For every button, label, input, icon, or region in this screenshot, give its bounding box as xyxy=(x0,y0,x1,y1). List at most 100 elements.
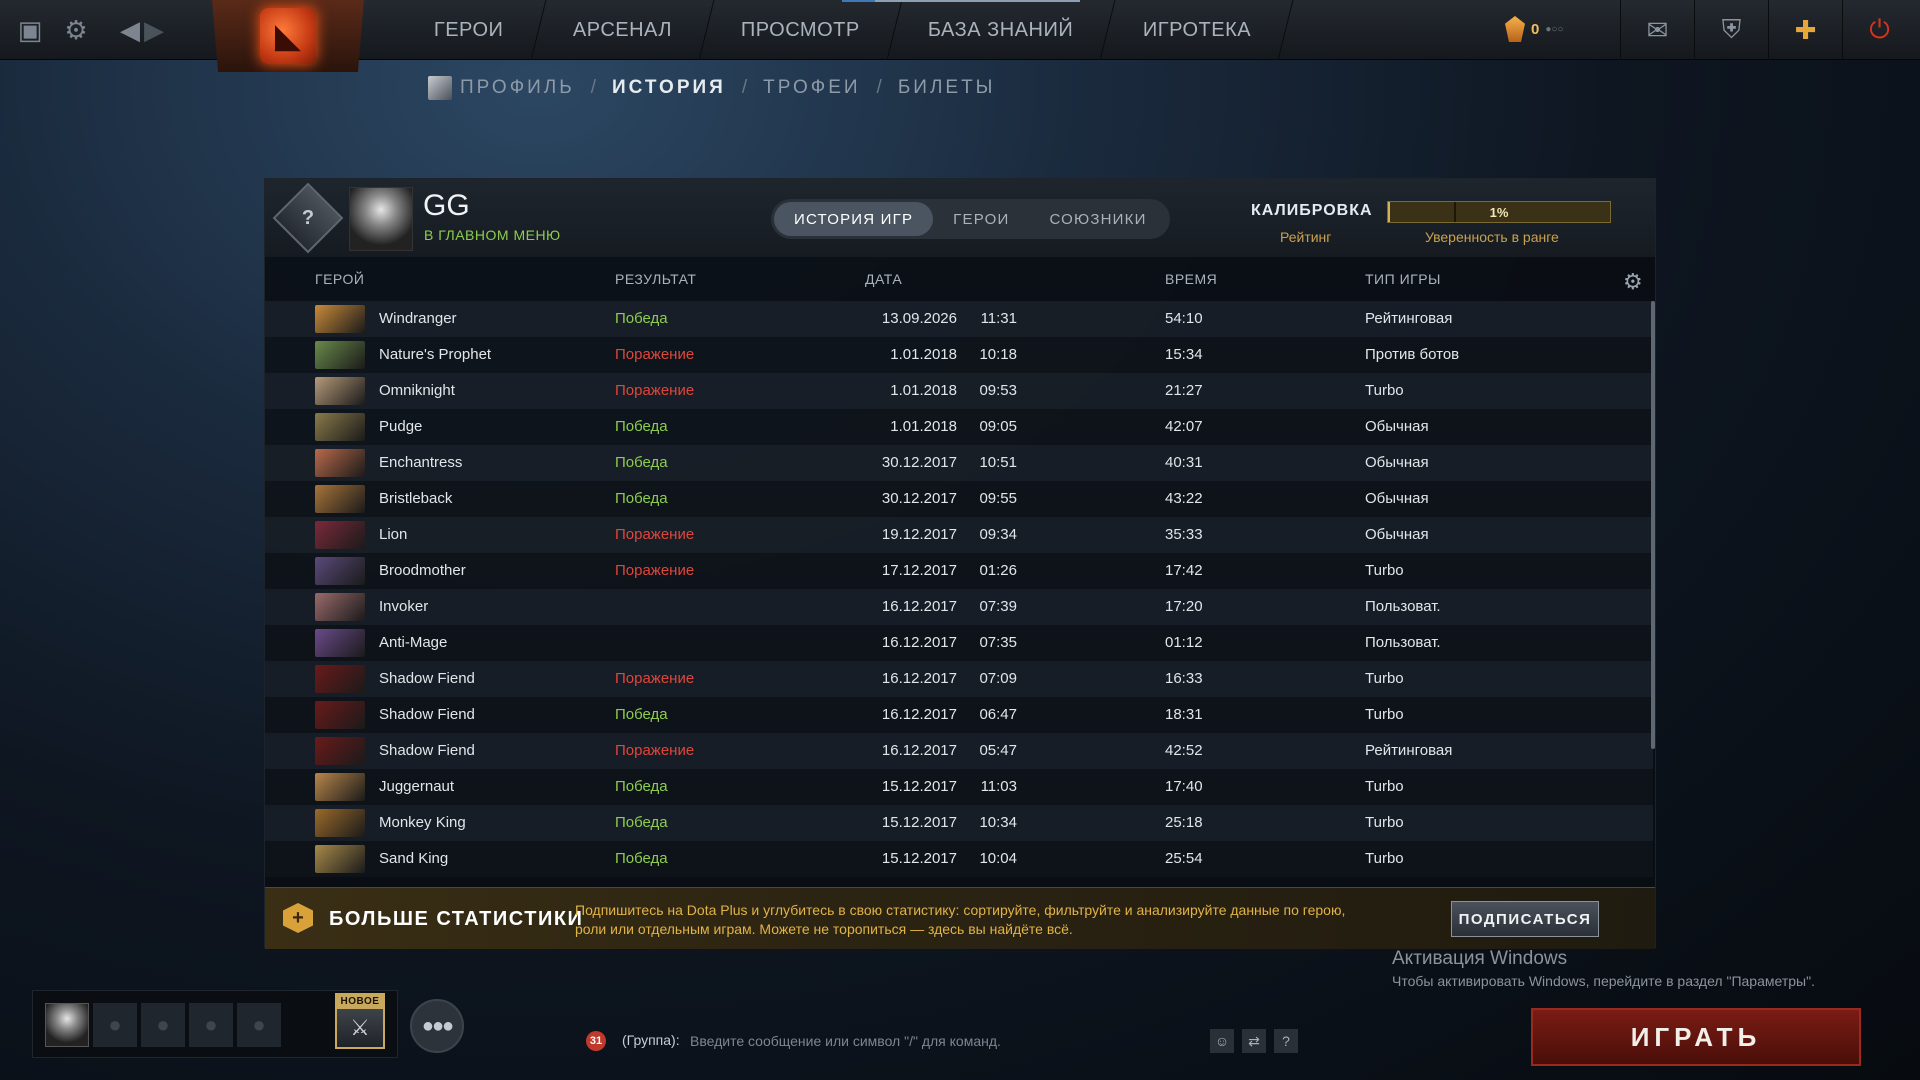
match-date: 15.12.2017 xyxy=(881,850,957,867)
chat-channel-label[interactable]: (Группа): xyxy=(622,1032,680,1048)
table-row[interactable]: Enchantress Победа 30.12.2017 10:51 40:31 Обы… xyxy=(265,445,1653,481)
game-type: Turbo xyxy=(1365,670,1404,687)
windows-activation-title: Активация Windows xyxy=(1392,948,1568,969)
match-duration: 25:54 xyxy=(1165,850,1203,867)
table-row[interactable]: Pudge Победа 1.01.2018 09:05 42:07 Обычная xyxy=(265,409,1653,445)
table-row[interactable]: Sand King Победа 15.12.2017 10:04 25:54 Turbo xyxy=(265,841,1653,877)
shards-counter[interactable]: 0 ●○○ xyxy=(1505,16,1563,42)
match-date: 13.09.2026 xyxy=(881,310,957,327)
breadcrumb-profile[interactable]: ПРОФИЛЬ xyxy=(460,77,575,99)
promo-text: Подпишитесь на Dota Plus и углубитесь в … xyxy=(575,902,1346,937)
help-icon[interactable]: ? xyxy=(1274,1029,1298,1053)
nav-learn[interactable]: БАЗА ЗНАНИЙ xyxy=(886,0,1117,60)
nav-heroes[interactable]: ГЕРОИ xyxy=(392,0,546,60)
match-date: 30.12.2017 xyxy=(881,490,957,507)
match-result: Победа xyxy=(615,814,668,831)
game-type: Обычная xyxy=(1365,454,1429,471)
nav-watch[interactable]: ПРОСМОТР xyxy=(699,0,902,60)
table-row[interactable]: Omniknight Поражение 1.01.2018 09:53 21:27 Tu… xyxy=(265,373,1653,409)
hero-name: Nature's Prophet xyxy=(379,346,492,363)
breadcrumb-trophies[interactable]: ТРОФЕИ xyxy=(763,77,860,99)
match-result: Победа xyxy=(615,418,668,435)
dota-plus-icon[interactable]: ✚ xyxy=(1768,0,1842,60)
game-type: Turbo xyxy=(1365,778,1404,795)
confidence-value: 1% xyxy=(1489,204,1509,220)
breadcrumb-history[interactable]: ИСТОРИЯ xyxy=(612,77,726,99)
tab-heroes[interactable]: ГЕРОИ xyxy=(933,202,1029,236)
party-slot-empty[interactable]: ● xyxy=(237,1003,281,1047)
match-date: 15.12.2017 xyxy=(881,814,957,831)
match-date: 16.12.2017 xyxy=(881,742,957,759)
header-result[interactable]: РЕЗУЛЬТАТ xyxy=(615,271,696,287)
game-type: Рейтинговая xyxy=(1365,310,1453,327)
match-time: 05:47 xyxy=(979,742,1017,759)
chat-wheel-icon[interactable]: ⇄ xyxy=(1242,1029,1266,1053)
hero-portrait xyxy=(315,737,365,765)
top-right-icons: ✉ ⛨ ✚ ⏻ xyxy=(1620,0,1916,60)
table-row[interactable]: Shadow Fiend Поражение 16.12.2017 05:47 42:5… xyxy=(265,733,1653,769)
play-button[interactable]: ИГРАТЬ xyxy=(1531,1008,1861,1066)
match-date: 30.12.2017 xyxy=(881,454,957,471)
table-row[interactable]: Anti-Mage 16.12.2017 07:35 01:12 Пользоват. xyxy=(265,625,1653,661)
game-type: Рейтинговая xyxy=(1365,742,1453,759)
header-game-type[interactable]: ТИП ИГРЫ xyxy=(1365,271,1441,287)
party-finder-icon[interactable]: ●●● xyxy=(410,999,464,1053)
game-type: Turbo xyxy=(1365,850,1404,867)
avatar[interactable] xyxy=(349,187,413,251)
party-slot-empty[interactable]: ● xyxy=(93,1003,137,1047)
scrollbar[interactable] xyxy=(1651,301,1655,749)
hero-portrait xyxy=(315,773,365,801)
table-row[interactable]: Nature's Prophet Поражение 1.01.2018 10:18 1… xyxy=(265,337,1653,373)
table-row[interactable]: Juggernaut Победа 15.12.2017 11:03 17:40 Turb… xyxy=(265,769,1653,805)
header-hero[interactable]: ГЕРОЙ xyxy=(315,271,364,287)
emoji-icon[interactable]: ☺ xyxy=(1210,1029,1234,1053)
tab-match-history[interactable]: ИСТОРИЯ ИГР xyxy=(774,202,934,236)
dota-logo-button[interactable]: ◣ xyxy=(212,0,364,72)
table-row[interactable]: Invoker 16.12.2017 07:39 17:20 Пользоват. xyxy=(265,589,1653,625)
match-duration: 17:42 xyxy=(1165,562,1203,579)
match-date: 16.12.2017 xyxy=(881,670,957,687)
table-row[interactable]: Shadow Fiend Победа 16.12.2017 06:47 18:31 Tu… xyxy=(265,697,1653,733)
party-slot-empty[interactable]: ● xyxy=(141,1003,185,1047)
hero-portrait xyxy=(315,521,365,549)
header-date[interactable]: ДАТА xyxy=(865,271,902,287)
breadcrumb-tickets[interactable]: БИЛЕТЫ xyxy=(898,77,996,99)
chat-bubble-icon[interactable]: ✉ xyxy=(1620,0,1694,60)
header-duration[interactable]: ВРЕМЯ xyxy=(1165,271,1217,287)
dashboard-icon[interactable]: ▣ xyxy=(12,12,48,48)
party-slot-self[interactable] xyxy=(45,1003,89,1047)
history-tabs: ИСТОРИЯ ИГР ГЕРОИ СОЮЗНИКИ xyxy=(771,199,1170,239)
game-type: Turbo xyxy=(1365,706,1404,723)
nav-arcade[interactable]: ИГРОТЕКА xyxy=(1101,0,1294,60)
hero-name: Enchantress xyxy=(379,454,463,471)
table-header: ГЕРОЙ РЕЗУЛЬТАТ ДАТА ВРЕМЯ ТИП ИГРЫ xyxy=(265,271,1655,295)
match-date: 16.12.2017 xyxy=(881,634,957,651)
party-slot-empty[interactable]: ● xyxy=(189,1003,233,1047)
table-row[interactable]: Shadow Fiend Поражение 16.12.2017 07:09 16:3… xyxy=(265,661,1653,697)
forward-arrow-icon[interactable]: ▶ xyxy=(136,12,172,48)
chat-input[interactable] xyxy=(690,1028,1190,1054)
chat-unread-badge[interactable]: 31 xyxy=(586,1031,606,1051)
hero-portrait xyxy=(315,449,365,477)
shield-icon[interactable]: ⛨ xyxy=(1694,0,1768,60)
nav-armory[interactable]: АРСЕНАЛ xyxy=(531,0,715,60)
game-type: Обычная xyxy=(1365,418,1429,435)
table-row[interactable]: Windranger Победа 13.09.2026 11:31 54:10 Рейт… xyxy=(265,301,1653,337)
table-row[interactable]: Monkey King Победа 15.12.2017 10:34 25:18 Tur… xyxy=(265,805,1653,841)
tab-allies[interactable]: СОЮЗНИКИ xyxy=(1029,202,1166,236)
match-result: Поражение xyxy=(615,382,695,399)
subscribe-button[interactable]: ПОДПИСАТЬСЯ xyxy=(1451,901,1599,937)
new-item-badge[interactable]: НОВОЕ ⚔ xyxy=(335,993,385,1049)
power-icon[interactable]: ⏻ xyxy=(1842,0,1916,60)
table-row[interactable]: Broodmother Поражение 17.12.2017 01:26 17:42… xyxy=(265,553,1653,589)
table-row[interactable]: Bristleback Победа 30.12.2017 09:55 43:22 Обы… xyxy=(265,481,1653,517)
table-settings-gear-icon[interactable]: ⚙ xyxy=(1623,269,1643,295)
match-duration: 43:22 xyxy=(1165,490,1203,507)
settings-gear-icon[interactable]: ⚙ xyxy=(58,12,94,48)
match-time: 09:55 xyxy=(979,490,1017,507)
hero-name: Windranger xyxy=(379,310,457,327)
player-status: В ГЛАВНОМ МЕНЮ xyxy=(424,227,561,243)
table-row[interactable]: Lion Поражение 19.12.2017 09:34 35:33 Обычная xyxy=(265,517,1653,553)
match-date: 1.01.2018 xyxy=(890,346,957,363)
match-duration: 21:27 xyxy=(1165,382,1203,399)
